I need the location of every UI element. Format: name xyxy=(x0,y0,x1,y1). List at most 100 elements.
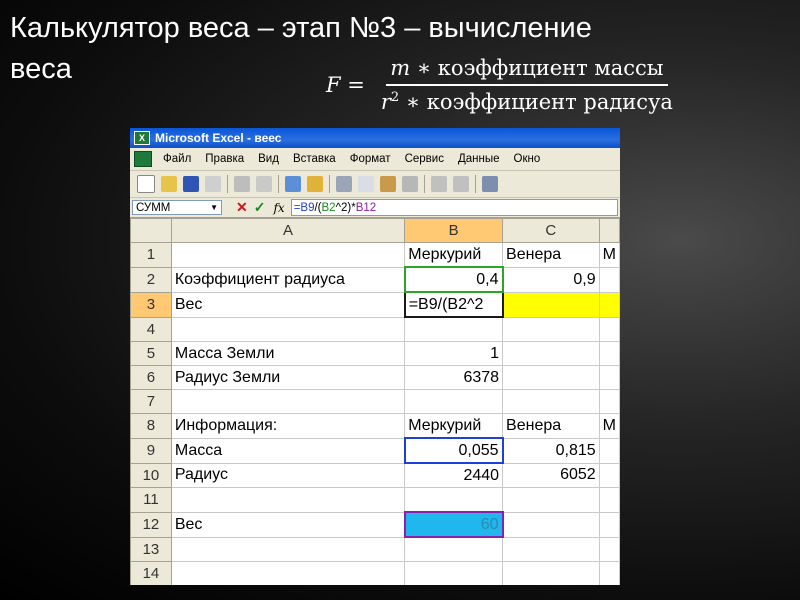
undo-icon[interactable] xyxy=(431,176,447,192)
cell-b10[interactable]: 2440 xyxy=(404,462,504,488)
cell-b14[interactable] xyxy=(404,561,504,585)
row-header[interactable]: 10 xyxy=(130,462,172,488)
cut-icon[interactable] xyxy=(336,176,352,192)
cell-a10[interactable]: Радиус xyxy=(170,462,406,488)
cell-d8[interactable]: М xyxy=(598,413,620,439)
menu-format[interactable]: Формат xyxy=(343,153,398,165)
save-icon[interactable] xyxy=(183,176,199,192)
cell-c7[interactable] xyxy=(502,389,600,414)
cell-c13[interactable] xyxy=(502,536,600,562)
row-header[interactable]: 8 xyxy=(130,413,172,439)
cell-c3[interactable] xyxy=(502,291,600,318)
menu-tools[interactable]: Сервис xyxy=(398,153,451,165)
cell-d7[interactable] xyxy=(598,389,620,414)
cell-d5[interactable] xyxy=(598,341,620,366)
cell-d4[interactable] xyxy=(598,316,620,342)
cell-d2[interactable] xyxy=(598,266,620,293)
name-box[interactable]: СУММ ▼ xyxy=(132,200,222,215)
cell-b12[interactable]: 60 xyxy=(403,511,504,538)
print-preview-icon[interactable] xyxy=(256,176,272,192)
cell-d9[interactable] xyxy=(598,437,620,464)
row-header[interactable]: 3 xyxy=(130,291,172,318)
cell-c6[interactable] xyxy=(502,365,600,390)
copy-icon[interactable] xyxy=(358,176,374,192)
cell-b1[interactable]: Меркурий xyxy=(404,242,504,268)
row-header[interactable]: 5 xyxy=(130,341,172,366)
cell-c10[interactable]: 6052 xyxy=(502,462,600,488)
excel-titlebar[interactable]: X Microsoft Excel - веес xyxy=(130,128,620,148)
cell-c11[interactable] xyxy=(502,487,600,513)
print-icon[interactable] xyxy=(234,176,250,192)
cell-c14[interactable] xyxy=(502,561,600,585)
cell-c8[interactable]: Венера xyxy=(502,413,600,439)
cell-a1[interactable] xyxy=(170,242,406,268)
select-all-corner[interactable] xyxy=(130,218,172,243)
cell-a5[interactable]: Масса Земли xyxy=(170,341,406,366)
spelling-icon[interactable] xyxy=(285,176,301,192)
cell-a11[interactable] xyxy=(170,487,406,513)
menu-window[interactable]: Окно xyxy=(507,153,548,165)
redo-icon[interactable] xyxy=(453,176,469,192)
cell-a6[interactable]: Радиус Земли xyxy=(170,365,406,390)
cell-a2[interactable]: Коэффициент радиуса xyxy=(170,266,406,293)
row-header[interactable]: 7 xyxy=(130,389,172,414)
enter-icon[interactable]: ✓ xyxy=(254,199,266,216)
menu-file[interactable]: Файл xyxy=(156,153,198,165)
cell-a14[interactable] xyxy=(170,561,406,585)
cell-c2[interactable]: 0,9 xyxy=(502,266,600,293)
row-header[interactable]: 9 xyxy=(130,437,172,464)
format-painter-icon[interactable] xyxy=(402,176,418,192)
hyperlink-icon[interactable] xyxy=(482,176,498,192)
cell-c9[interactable]: 0,815 xyxy=(502,437,600,464)
row-header[interactable]: 6 xyxy=(130,365,172,390)
cell-c12[interactable] xyxy=(502,511,600,538)
cell-a4[interactable] xyxy=(170,316,406,342)
insert-function-icon[interactable]: fx xyxy=(273,201,284,215)
menu-insert[interactable]: Вставка xyxy=(286,153,343,165)
cell-b5[interactable]: 1 xyxy=(404,341,504,366)
cell-d11[interactable] xyxy=(598,487,620,513)
cell-b7[interactable] xyxy=(404,389,504,414)
cell-d6[interactable] xyxy=(598,365,620,390)
cell-a13[interactable] xyxy=(170,536,406,562)
cell-c4[interactable] xyxy=(502,316,600,342)
cell-b4[interactable] xyxy=(404,316,504,342)
cell-b3-editing[interactable]: =B9/(B2^2 xyxy=(403,291,504,318)
cell-a7[interactable] xyxy=(170,389,406,414)
new-icon[interactable] xyxy=(137,175,155,193)
row-header[interactable]: 14 xyxy=(130,561,172,585)
cell-d14[interactable] xyxy=(598,561,620,585)
cell-d13[interactable] xyxy=(598,536,620,562)
cell-b2[interactable]: 0,4 xyxy=(403,266,504,293)
menu-view[interactable]: Вид xyxy=(251,153,286,165)
row-header[interactable]: 1 xyxy=(130,242,172,268)
cell-b8[interactable]: Меркурий xyxy=(404,413,504,439)
menu-data[interactable]: Данные xyxy=(451,153,507,165)
cell-a12[interactable]: Вес xyxy=(170,511,406,538)
column-header-d[interactable] xyxy=(598,218,620,243)
menu-edit[interactable]: Правка xyxy=(198,153,251,165)
cell-b13[interactable] xyxy=(404,536,504,562)
research-icon[interactable] xyxy=(307,176,323,192)
cancel-icon[interactable]: ✕ xyxy=(236,199,248,216)
cell-b6[interactable]: 6378 xyxy=(404,365,504,390)
cell-d12[interactable] xyxy=(598,511,620,538)
cell-b9[interactable]: 0,055 xyxy=(403,437,504,464)
cell-a8[interactable]: Информация: xyxy=(170,413,406,439)
open-folder-icon[interactable] xyxy=(161,176,177,192)
column-header-c[interactable]: C xyxy=(502,218,600,243)
cell-d3[interactable] xyxy=(598,291,620,318)
cell-a3[interactable]: Вес xyxy=(170,291,406,318)
cell-b11[interactable] xyxy=(404,487,504,513)
chevron-down-icon[interactable]: ▼ xyxy=(210,203,218,212)
column-header-a[interactable]: A xyxy=(170,218,406,243)
cell-d10[interactable] xyxy=(598,462,620,488)
row-header[interactable]: 4 xyxy=(130,316,172,342)
paste-icon[interactable] xyxy=(380,176,396,192)
workbook-icon[interactable] xyxy=(134,151,152,167)
formula-input[interactable]: =B9/(B2 ^2)* B12 xyxy=(290,199,618,216)
cell-a9[interactable]: Масса xyxy=(170,437,406,464)
cell-d1[interactable]: М xyxy=(598,242,620,268)
permission-icon[interactable] xyxy=(205,176,221,192)
row-header[interactable]: 2 xyxy=(130,266,172,293)
